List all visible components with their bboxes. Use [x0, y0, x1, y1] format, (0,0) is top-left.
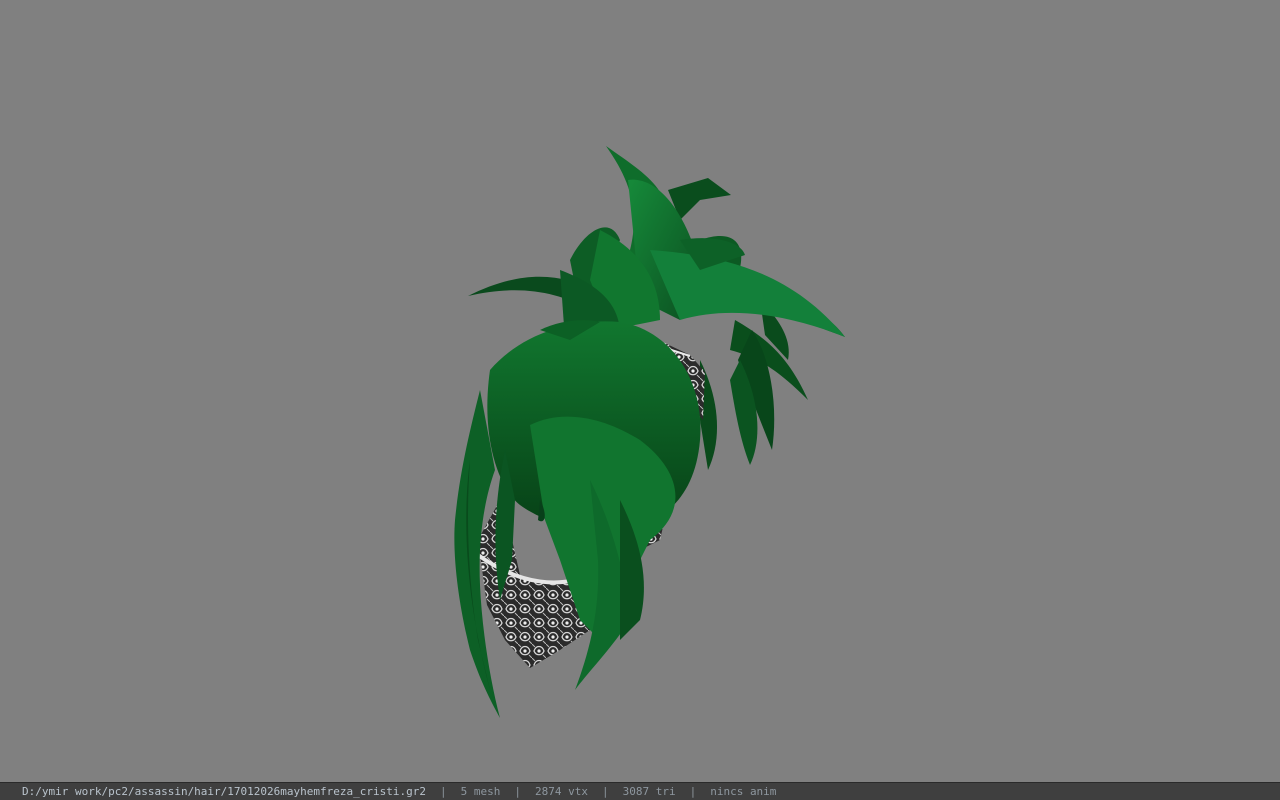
- status-separator: |: [689, 785, 697, 798]
- status-separator: |: [439, 785, 447, 798]
- animation-status: nincs anim: [710, 785, 777, 798]
- triangle-count: 3087 tri: [622, 785, 676, 798]
- status-separator: |: [514, 785, 521, 798]
- vertex-count: 2874 vtx: [534, 785, 588, 798]
- file-path: D:/ymir work/pc2/assassin/hair/17012026m…: [22, 785, 426, 798]
- status-bar: D:/ymir work/pc2/assassin/hair/17012026m…: [0, 782, 1280, 800]
- 3d-viewport[interactable]: [0, 0, 1280, 782]
- status-separator: |: [601, 785, 609, 798]
- hair-model-render: [454, 146, 845, 718]
- hair-spikes-top: [560, 146, 845, 340]
- mesh-count: 5 mesh: [460, 785, 501, 798]
